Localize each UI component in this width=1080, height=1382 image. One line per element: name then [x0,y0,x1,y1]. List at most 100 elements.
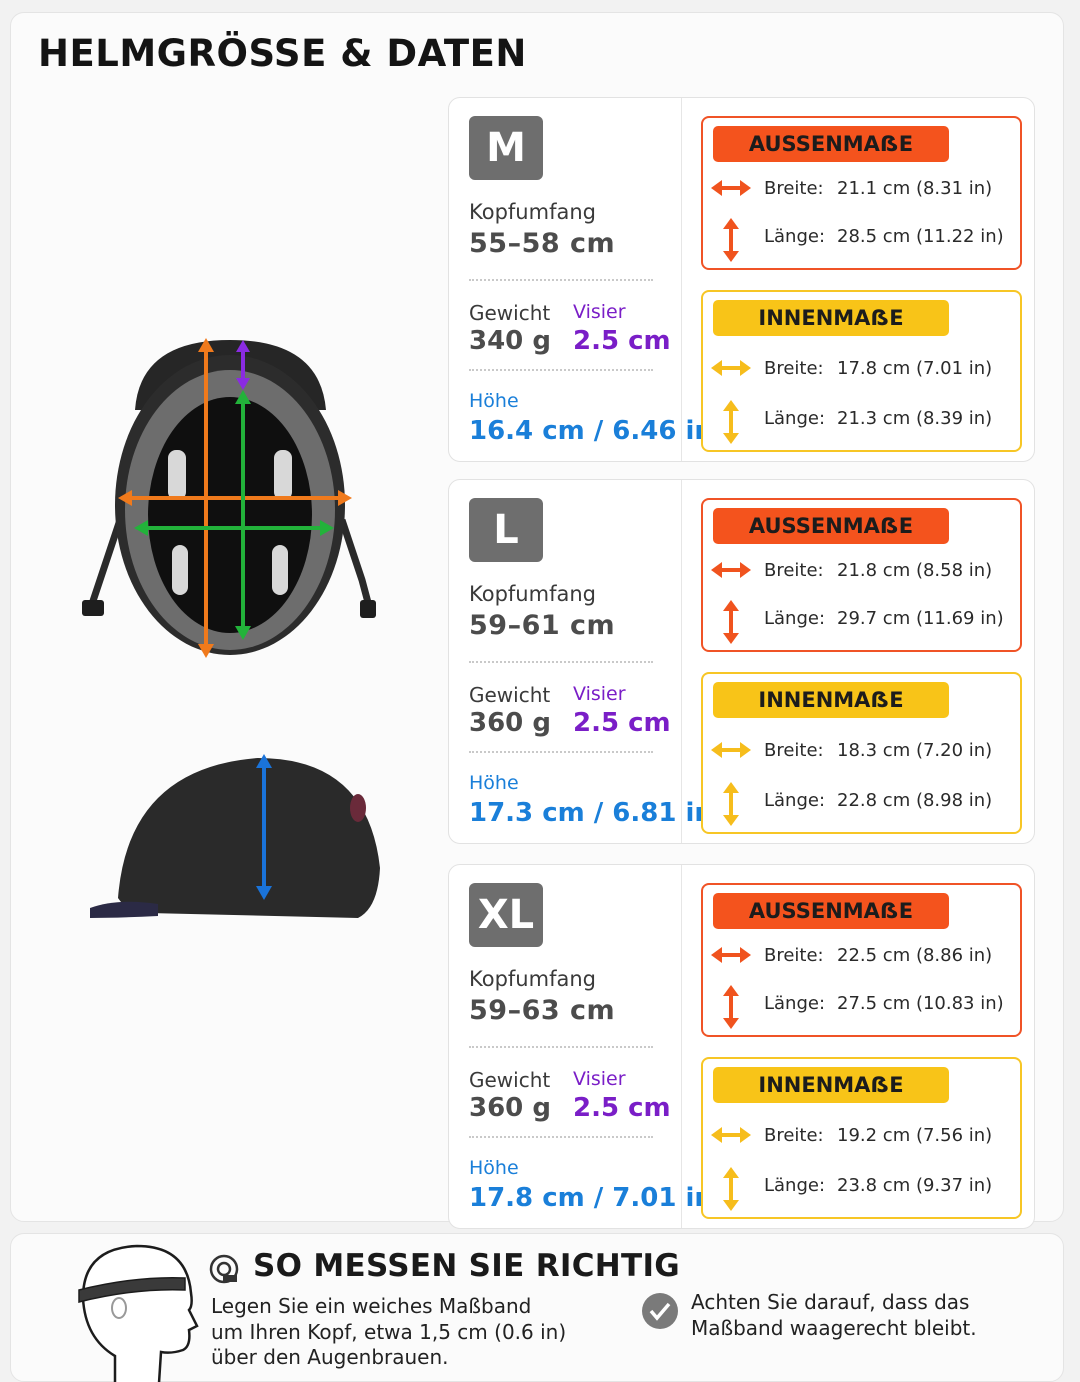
divider [469,279,653,281]
horizontal-arrow-icon [711,562,751,578]
breite-value: 17.8 cm (7.01 in) [837,358,993,379]
kopfumfang-value: 59–63 cm [469,995,616,1026]
breite-label: Breite: [764,358,824,379]
breite-value: 21.8 cm (8.58 in) [837,560,993,581]
breite-label: Breite: [764,1125,824,1146]
divider [469,1136,653,1138]
gewicht-label: Gewicht [469,301,551,325]
aussenmasse-box: AUSSENMAẞE Breite: 21.8 cm (8.58 in) Län… [701,498,1022,652]
vertical-arrow-icon [723,218,739,262]
aussenmasse-header: AUSSENMAẞE [713,893,949,929]
innenmasse-box: INNENMAẞE Breite: 17.8 cm (7.01 in) Läng… [701,290,1022,452]
kopfumfang-label: Kopfumfang [469,582,596,606]
divider [469,661,653,663]
laenge-label: Länge: [764,1175,826,1196]
laenge-row: Länge: 22.8 cm (8.98 in) [711,782,1011,826]
checkmark-icon [642,1293,678,1329]
gewicht-label: Gewicht [469,1068,551,1092]
breite-row: Breite: 17.8 cm (7.01 in) [711,350,1011,390]
card-divider [681,865,682,1228]
visier-label: Visier [573,1068,626,1090]
divider [469,1046,653,1048]
measure-tip: Achten Sie darauf, dass das Maßband waag… [691,1290,977,1340]
laenge-label: Länge: [764,790,826,811]
vertical-arrow-icon [723,782,739,826]
breite-row: Breite: 21.8 cm (8.58 in) [711,552,1011,592]
size-badge: L [469,498,543,562]
laenge-value: 27.5 cm (10.83 in) [837,993,1004,1014]
horizontal-arrow-icon [711,947,751,963]
innenmasse-header: INNENMAẞE [713,300,949,336]
size-badge: M [469,116,543,180]
measure-title: SO MESSEN SIE RICHTIG [253,1248,681,1284]
vertical-arrow-icon [723,985,739,1029]
measurement-guide: SO MESSEN SIE RICHTIG Legen Sie ein weic… [10,1233,1064,1382]
innenmasse-header: INNENMAẞE [713,1067,949,1103]
helmet-top-view-illustration [82,338,376,658]
card-divider [681,480,682,843]
laenge-value: 29.7 cm (11.69 in) [837,608,1004,629]
size-card-l: L Kopfumfang 59–61 cm Gewicht 360 g Visi… [448,479,1035,844]
laenge-row: Länge: 28.5 cm (11.22 in) [711,218,1011,262]
size-badge: XL [469,883,543,947]
horizontal-arrow-icon [711,1127,751,1143]
breite-label: Breite: [764,560,824,581]
laenge-label: Länge: [764,993,826,1014]
laenge-value: 21.3 cm (8.39 in) [837,408,993,429]
size-card-m: M Kopfumfang 55–58 cm Gewicht 340 g Visi… [448,97,1035,462]
tape-measure-icon [209,1254,239,1284]
helmet-side-view-illustration [90,754,380,918]
innenmasse-header: INNENMAẞE [713,682,949,718]
visier-value: 2.5 cm [573,708,671,738]
head-with-tape-illustration [78,1244,199,1382]
aussenmasse-box: AUSSENMAẞE Breite: 22.5 cm (8.86 in) Län… [701,883,1022,1037]
page-title: HELMGRÖSSE & DATEN [38,32,527,75]
size-card-xl: XL Kopfumfang 59–63 cm Gewicht 360 g Vis… [448,864,1035,1229]
breite-value: 19.2 cm (7.56 in) [837,1125,993,1146]
card-divider [681,98,682,461]
aussenmasse-header: AUSSENMAẞE [713,508,949,544]
laenge-value: 22.8 cm (8.98 in) [837,790,993,811]
laenge-label: Länge: [764,226,826,247]
breite-value: 22.5 cm (8.86 in) [837,945,993,966]
breite-label: Breite: [764,178,824,199]
laenge-label: Länge: [764,408,826,429]
laenge-value: 23.8 cm (9.37 in) [837,1175,993,1196]
vertical-arrow-icon [723,600,739,644]
innenmasse-box: INNENMAẞE Breite: 19.2 cm (7.56 in) Läng… [701,1057,1022,1219]
breite-value: 18.3 cm (7.20 in) [837,740,993,761]
breite-label: Breite: [764,740,824,761]
aussenmasse-box: AUSSENMAẞE Breite: 21.1 cm (8.31 in) Län… [701,116,1022,270]
visier-value: 2.5 cm [573,1093,671,1123]
hoehe-label: Höhe [469,772,519,794]
horizontal-arrow-icon [711,742,751,758]
horizontal-arrow-icon [711,180,751,196]
divider [469,751,653,753]
visier-label: Visier [573,683,626,705]
visier-value: 2.5 cm [573,326,671,356]
gewicht-value: 360 g [469,708,551,738]
kopfumfang-label: Kopfumfang [469,200,596,224]
breite-row: Breite: 22.5 cm (8.86 in) [711,937,1011,977]
breite-row: Breite: 21.1 cm (8.31 in) [711,170,1011,210]
gewicht-label: Gewicht [469,683,551,707]
vertical-arrow-icon [723,1167,739,1211]
gewicht-value: 340 g [469,326,551,356]
aussenmasse-header: AUSSENMAẞE [713,126,949,162]
hoehe-label: Höhe [469,1157,519,1179]
horizontal-arrow-icon [711,360,751,376]
divider [469,369,653,371]
hoehe-value: 17.8 cm / 7.01 in [469,1183,713,1213]
laenge-row: Länge: 23.8 cm (9.37 in) [711,1167,1011,1211]
breite-row: Breite: 19.2 cm (7.56 in) [711,1117,1011,1157]
hoehe-value: 16.4 cm / 6.46 in [469,416,713,446]
laenge-row: Länge: 27.5 cm (10.83 in) [711,985,1011,1029]
breite-value: 21.1 cm (8.31 in) [837,178,993,199]
breite-row: Breite: 18.3 cm (7.20 in) [711,732,1011,772]
kopfumfang-label: Kopfumfang [469,967,596,991]
vertical-arrow-icon [723,400,739,444]
hoehe-label: Höhe [469,390,519,412]
innenmasse-box: INNENMAẞE Breite: 18.3 cm (7.20 in) Läng… [701,672,1022,834]
breite-label: Breite: [764,945,824,966]
kopfumfang-value: 59–61 cm [469,610,616,641]
